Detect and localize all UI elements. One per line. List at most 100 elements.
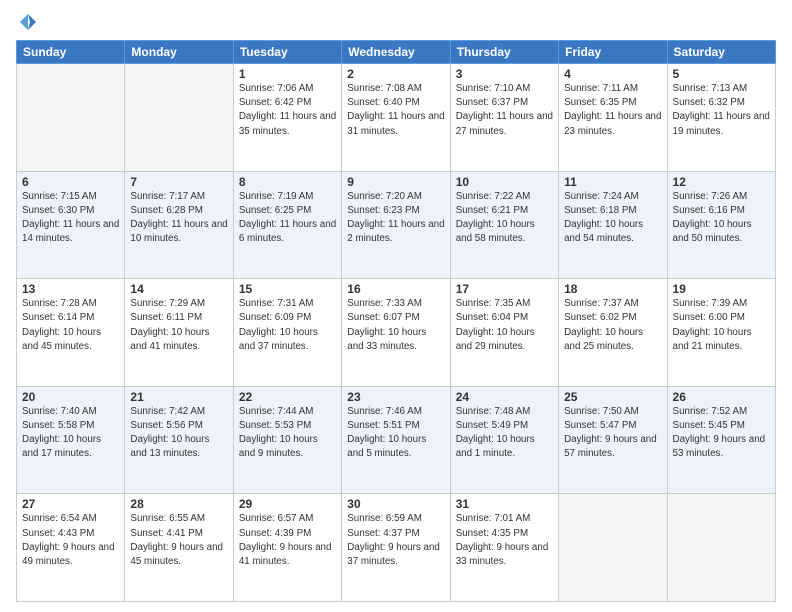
calendar-cell: 27Sunrise: 6:54 AM Sunset: 4:43 PM Dayli… [17,494,125,602]
header [16,12,776,32]
calendar-cell [17,64,125,172]
calendar-cell: 26Sunrise: 7:52 AM Sunset: 5:45 PM Dayli… [667,386,775,494]
calendar-cell: 19Sunrise: 7:39 AM Sunset: 6:00 PM Dayli… [667,279,775,387]
day-info: Sunrise: 7:15 AM Sunset: 6:30 PM Dayligh… [22,190,119,247]
day-number: 9 [347,175,444,189]
logo [16,12,38,32]
logo-icon [18,12,38,32]
calendar-cell: 11Sunrise: 7:24 AM Sunset: 6:18 PM Dayli… [559,171,667,279]
day-info: Sunrise: 6:57 AM Sunset: 4:39 PM Dayligh… [239,512,336,569]
page: SundayMondayTuesdayWednesdayThursdayFrid… [0,0,792,612]
day-number: 23 [347,390,444,404]
day-info: Sunrise: 7:17 AM Sunset: 6:28 PM Dayligh… [130,190,227,247]
day-info: Sunrise: 7:31 AM Sunset: 6:09 PM Dayligh… [239,297,336,354]
calendar-cell: 24Sunrise: 7:48 AM Sunset: 5:49 PM Dayli… [450,386,558,494]
day-number: 6 [22,175,119,189]
calendar-week-row: 20Sunrise: 7:40 AM Sunset: 5:58 PM Dayli… [17,386,776,494]
weekday-header-thursday: Thursday [450,41,558,64]
day-info: Sunrise: 7:40 AM Sunset: 5:58 PM Dayligh… [22,405,119,462]
weekday-header-saturday: Saturday [667,41,775,64]
calendar-cell: 29Sunrise: 6:57 AM Sunset: 4:39 PM Dayli… [233,494,341,602]
day-info: Sunrise: 7:39 AM Sunset: 6:00 PM Dayligh… [673,297,770,354]
day-number: 11 [564,175,661,189]
day-info: Sunrise: 7:19 AM Sunset: 6:25 PM Dayligh… [239,190,336,247]
calendar-cell [125,64,233,172]
day-info: Sunrise: 7:33 AM Sunset: 6:07 PM Dayligh… [347,297,444,354]
weekday-header-friday: Friday [559,41,667,64]
day-number: 29 [239,497,336,511]
calendar-week-row: 27Sunrise: 6:54 AM Sunset: 4:43 PM Dayli… [17,494,776,602]
calendar-week-row: 6Sunrise: 7:15 AM Sunset: 6:30 PM Daylig… [17,171,776,279]
day-info: Sunrise: 7:52 AM Sunset: 5:45 PM Dayligh… [673,405,770,462]
calendar-cell: 3Sunrise: 7:10 AM Sunset: 6:37 PM Daylig… [450,64,558,172]
calendar-cell: 13Sunrise: 7:28 AM Sunset: 6:14 PM Dayli… [17,279,125,387]
day-number: 25 [564,390,661,404]
day-number: 4 [564,67,661,81]
day-info: Sunrise: 7:01 AM Sunset: 4:35 PM Dayligh… [456,512,553,569]
day-number: 2 [347,67,444,81]
calendar-week-row: 13Sunrise: 7:28 AM Sunset: 6:14 PM Dayli… [17,279,776,387]
calendar-cell: 7Sunrise: 7:17 AM Sunset: 6:28 PM Daylig… [125,171,233,279]
day-info: Sunrise: 7:26 AM Sunset: 6:16 PM Dayligh… [673,190,770,247]
day-number: 17 [456,282,553,296]
calendar-cell: 22Sunrise: 7:44 AM Sunset: 5:53 PM Dayli… [233,386,341,494]
weekday-header-wednesday: Wednesday [342,41,450,64]
day-info: Sunrise: 6:55 AM Sunset: 4:41 PM Dayligh… [130,512,227,569]
calendar-cell: 2Sunrise: 7:08 AM Sunset: 6:40 PM Daylig… [342,64,450,172]
day-info: Sunrise: 7:22 AM Sunset: 6:21 PM Dayligh… [456,190,553,247]
calendar-cell: 1Sunrise: 7:06 AM Sunset: 6:42 PM Daylig… [233,64,341,172]
calendar-cell: 9Sunrise: 7:20 AM Sunset: 6:23 PM Daylig… [342,171,450,279]
calendar-header-row: SundayMondayTuesdayWednesdayThursdayFrid… [17,41,776,64]
day-info: Sunrise: 7:50 AM Sunset: 5:47 PM Dayligh… [564,405,661,462]
day-number: 12 [673,175,770,189]
day-info: Sunrise: 7:44 AM Sunset: 5:53 PM Dayligh… [239,405,336,462]
day-info: Sunrise: 7:20 AM Sunset: 6:23 PM Dayligh… [347,190,444,247]
calendar-cell: 8Sunrise: 7:19 AM Sunset: 6:25 PM Daylig… [233,171,341,279]
weekday-header-sunday: Sunday [17,41,125,64]
calendar-cell: 28Sunrise: 6:55 AM Sunset: 4:41 PM Dayli… [125,494,233,602]
day-info: Sunrise: 7:48 AM Sunset: 5:49 PM Dayligh… [456,405,553,462]
calendar-cell: 17Sunrise: 7:35 AM Sunset: 6:04 PM Dayli… [450,279,558,387]
day-number: 14 [130,282,227,296]
calendar-cell: 6Sunrise: 7:15 AM Sunset: 6:30 PM Daylig… [17,171,125,279]
day-number: 20 [22,390,119,404]
day-info: Sunrise: 7:42 AM Sunset: 5:56 PM Dayligh… [130,405,227,462]
day-number: 13 [22,282,119,296]
calendar-cell: 12Sunrise: 7:26 AM Sunset: 6:16 PM Dayli… [667,171,775,279]
calendar-cell: 15Sunrise: 7:31 AM Sunset: 6:09 PM Dayli… [233,279,341,387]
day-info: Sunrise: 7:10 AM Sunset: 6:37 PM Dayligh… [456,82,553,139]
calendar-cell: 5Sunrise: 7:13 AM Sunset: 6:32 PM Daylig… [667,64,775,172]
day-number: 8 [239,175,336,189]
day-info: Sunrise: 7:35 AM Sunset: 6:04 PM Dayligh… [456,297,553,354]
day-number: 22 [239,390,336,404]
calendar-cell [559,494,667,602]
day-number: 27 [22,497,119,511]
day-info: Sunrise: 7:46 AM Sunset: 5:51 PM Dayligh… [347,405,444,462]
calendar-cell: 10Sunrise: 7:22 AM Sunset: 6:21 PM Dayli… [450,171,558,279]
calendar-cell: 4Sunrise: 7:11 AM Sunset: 6:35 PM Daylig… [559,64,667,172]
day-number: 28 [130,497,227,511]
calendar-cell: 20Sunrise: 7:40 AM Sunset: 5:58 PM Dayli… [17,386,125,494]
calendar-cell: 14Sunrise: 7:29 AM Sunset: 6:11 PM Dayli… [125,279,233,387]
calendar-table: SundayMondayTuesdayWednesdayThursdayFrid… [16,40,776,602]
day-info: Sunrise: 7:13 AM Sunset: 6:32 PM Dayligh… [673,82,770,139]
day-number: 3 [456,67,553,81]
calendar-cell: 16Sunrise: 7:33 AM Sunset: 6:07 PM Dayli… [342,279,450,387]
day-info: Sunrise: 7:06 AM Sunset: 6:42 PM Dayligh… [239,82,336,139]
day-info: Sunrise: 7:29 AM Sunset: 6:11 PM Dayligh… [130,297,227,354]
calendar-cell: 18Sunrise: 7:37 AM Sunset: 6:02 PM Dayli… [559,279,667,387]
day-info: Sunrise: 7:11 AM Sunset: 6:35 PM Dayligh… [564,82,661,139]
day-number: 18 [564,282,661,296]
day-number: 7 [130,175,227,189]
weekday-header-tuesday: Tuesday [233,41,341,64]
day-info: Sunrise: 6:59 AM Sunset: 4:37 PM Dayligh… [347,512,444,569]
calendar-cell: 25Sunrise: 7:50 AM Sunset: 5:47 PM Dayli… [559,386,667,494]
day-number: 31 [456,497,553,511]
weekday-header-monday: Monday [125,41,233,64]
calendar-cell [667,494,775,602]
day-number: 24 [456,390,553,404]
day-number: 1 [239,67,336,81]
day-number: 5 [673,67,770,81]
day-info: Sunrise: 7:08 AM Sunset: 6:40 PM Dayligh… [347,82,444,139]
calendar-cell: 30Sunrise: 6:59 AM Sunset: 4:37 PM Dayli… [342,494,450,602]
